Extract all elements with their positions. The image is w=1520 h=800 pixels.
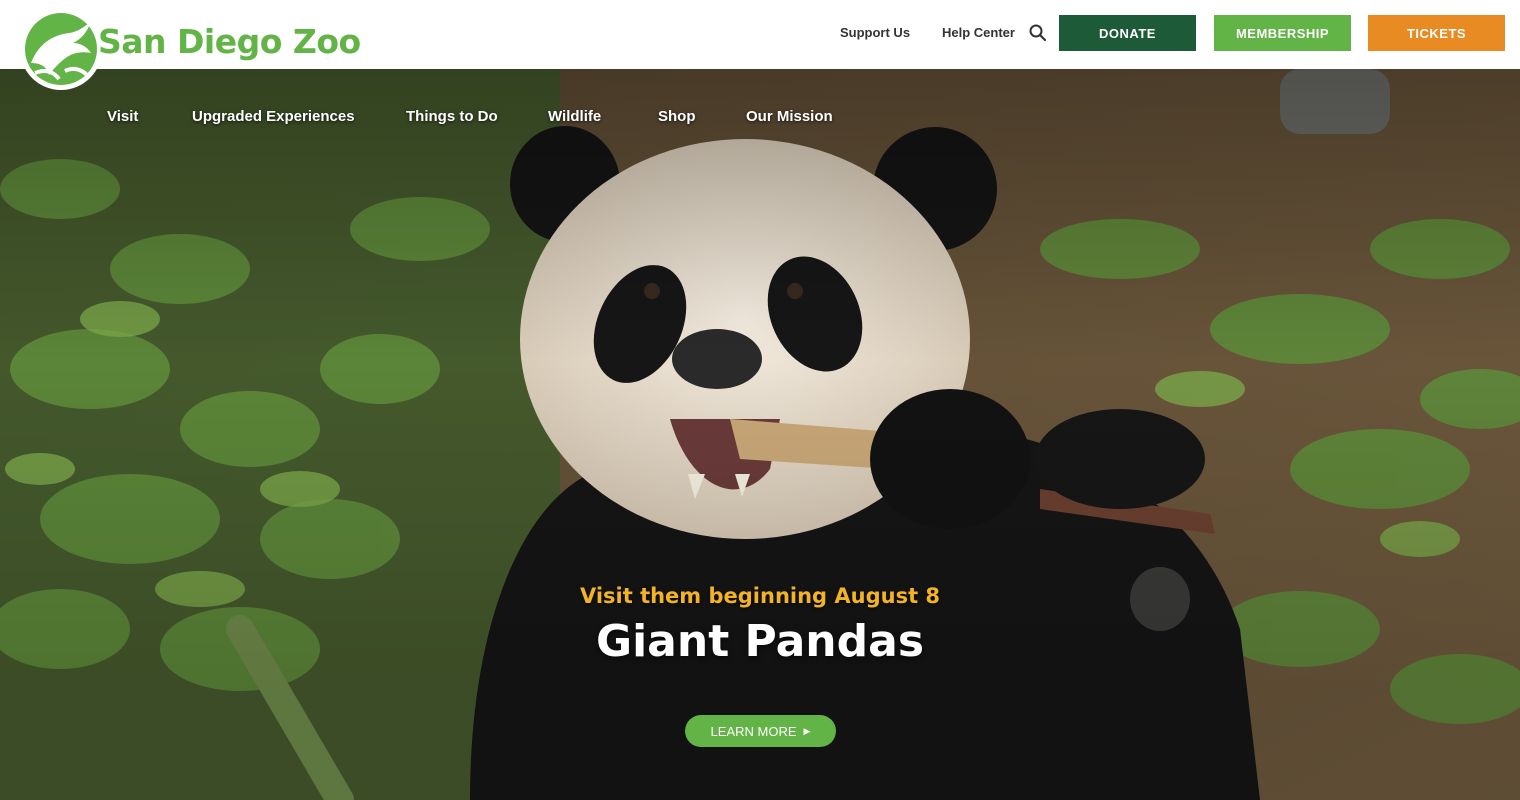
hero-section xyxy=(0,69,1520,800)
logo-badge[interactable] xyxy=(20,8,102,90)
nav-item-things-to-do[interactable]: Things to Do xyxy=(406,108,498,125)
brand-name[interactable]: San Diego Zoo xyxy=(98,22,361,61)
play-arrow-icon: ▶ xyxy=(803,725,811,736)
donate-button[interactable]: DONATE xyxy=(1059,15,1196,51)
nav-item-shop[interactable]: Shop xyxy=(658,108,696,125)
leaping-animal-logo-icon xyxy=(25,13,97,85)
support-us-link[interactable]: Support Us xyxy=(840,25,910,40)
nav-item-our-mission[interactable]: Our Mission xyxy=(746,108,833,125)
hero-kicker: Visit them beginning August 8 xyxy=(579,584,941,608)
nav-item-wildlife[interactable]: Wildlife xyxy=(548,108,601,125)
nav-item-visit[interactable]: Visit xyxy=(107,108,138,125)
giant-panda-eating-bamboo-photo xyxy=(0,69,1520,800)
site-header: San Diego Zoo Support Us Help Center DON… xyxy=(0,0,1520,90)
tickets-button[interactable]: TICKETS xyxy=(1368,15,1505,51)
help-center-link[interactable]: Help Center xyxy=(942,25,1015,40)
search-icon[interactable] xyxy=(1028,23,1048,43)
nav-item-upgraded-experiences[interactable]: Upgraded Experiences xyxy=(192,108,355,125)
learn-more-button[interactable]: LEARN MORE ▶ xyxy=(685,715,836,747)
membership-button[interactable]: MEMBERSHIP xyxy=(1214,15,1351,51)
learn-more-label: LEARN MORE xyxy=(710,723,797,739)
hero-title: Giant Pandas xyxy=(595,616,925,667)
main-nav: Visit Upgraded Experiences Things to Do … xyxy=(0,108,900,130)
